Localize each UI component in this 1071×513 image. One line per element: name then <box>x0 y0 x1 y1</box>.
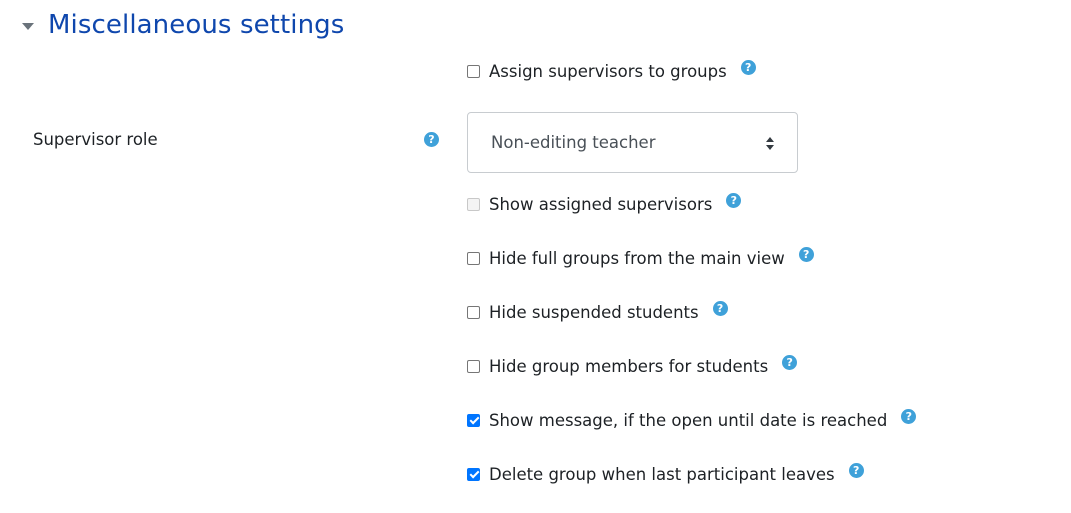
delete-group-checkbox[interactable] <box>467 467 480 481</box>
hide-full-groups-label: Hide full groups from the main view <box>489 248 785 268</box>
show-assigned-supervisors-label: Show assigned supervisors <box>489 194 713 214</box>
show-assigned-supervisors-checkbox <box>467 197 480 211</box>
hide-group-members-label: Hide group members for students <box>489 356 769 376</box>
help-icon[interactable]: ? <box>848 462 864 478</box>
help-icon[interactable]: ? <box>712 300 728 316</box>
settings-page: Miscellaneous settings Assign supervisor… <box>0 0 1071 513</box>
hide-group-members-checkbox[interactable] <box>467 359 480 373</box>
show-message-checkbox[interactable] <box>467 413 480 427</box>
help-icon[interactable]: ? <box>424 132 439 147</box>
section-title: Miscellaneous settings <box>48 10 345 40</box>
help-icon[interactable]: ? <box>782 354 798 370</box>
assign-supervisors-row: Assign supervisors to groups ? <box>467 59 756 83</box>
show-message-label: Show message, if the open until date is … <box>489 410 888 430</box>
supervisor-role-select[interactable]: Non-editing teacher <box>467 112 798 173</box>
hide-group-members-row: Hide group members for students ? <box>467 354 798 378</box>
select-arrows-icon <box>766 137 774 150</box>
delete-group-row: Delete group when last participant leave… <box>467 462 864 486</box>
assign-supervisors-checkbox[interactable] <box>467 64 480 78</box>
hide-suspended-students-label: Hide suspended students <box>489 302 699 322</box>
help-icon[interactable]: ? <box>740 59 756 75</box>
show-message-row: Show message, if the open until date is … <box>467 408 917 432</box>
section-header-misc[interactable]: Miscellaneous settings <box>22 10 344 40</box>
caret-down-icon[interactable] <box>22 22 34 30</box>
help-icon[interactable]: ? <box>901 408 917 424</box>
hide-suspended-students-checkbox[interactable] <box>467 305 480 319</box>
supervisor-role-value: Non-editing teacher <box>491 133 656 152</box>
hide-full-groups-checkbox[interactable] <box>467 251 480 265</box>
hide-suspended-students-row: Hide suspended students ? <box>467 300 728 324</box>
assign-supervisors-label: Assign supervisors to groups <box>489 61 727 81</box>
delete-group-label: Delete group when last participant leave… <box>489 464 835 484</box>
help-icon[interactable]: ? <box>798 246 814 262</box>
help-icon[interactable]: ? <box>726 192 742 208</box>
supervisor-role-label: Supervisor role <box>33 130 158 149</box>
hide-full-groups-row: Hide full groups from the main view ? <box>467 246 814 270</box>
show-assigned-supervisors-row: Show assigned supervisors ? <box>467 192 742 216</box>
